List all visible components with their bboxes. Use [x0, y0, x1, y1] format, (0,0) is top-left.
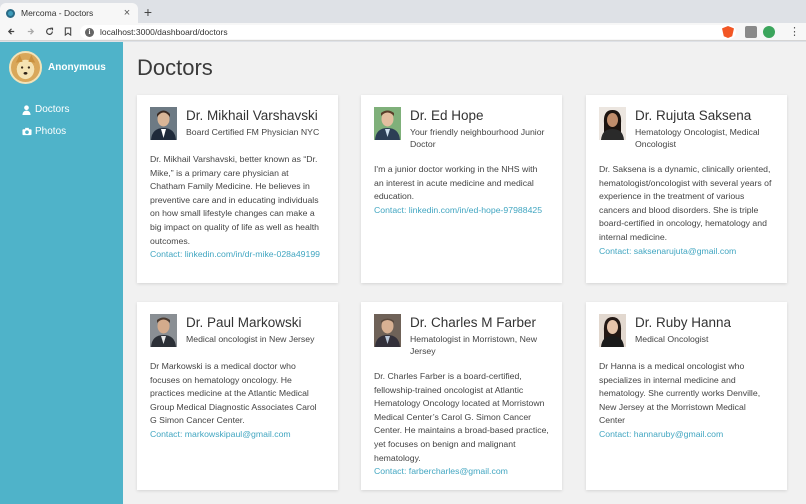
doctor-name: Dr. Charles M Farber — [410, 315, 537, 330]
doctor-bio: Dr. Mikhail Varshavski, better known as … — [150, 154, 320, 246]
address-bar[interactable]: i localhost:3000/dashboard/doctors — [80, 25, 736, 39]
doctor-title: Medical Oncologist — [635, 334, 709, 344]
doctor-card: Dr. Rujuta Saksena Hematology Oncologist… — [586, 95, 787, 283]
sidebar-item-doctors[interactable]: Doctors — [21, 104, 69, 115]
browser-menu-icon[interactable]: ⋮ — [789, 24, 800, 40]
favicon-icon — [6, 8, 15, 18]
doctor-name: Dr. Ed Hope — [410, 108, 484, 123]
user-icon — [21, 104, 32, 115]
grammarly-icon[interactable] — [763, 26, 775, 38]
doctor-contact: Contact: linkedin.com/in/dr-mike-028a491… — [150, 248, 325, 262]
username: Anonymous — [48, 62, 106, 73]
site-info-icon[interactable]: i — [85, 27, 94, 37]
doctor-photo — [599, 107, 626, 140]
doctor-name: Dr. Ruby Hanna — [635, 315, 732, 330]
doctor-card: Dr. Mikhail Varshavski Board Certified F… — [137, 95, 338, 283]
url-text: localhost:3000/dashboard/doctors — [100, 27, 228, 37]
extension-icon[interactable] — [745, 26, 757, 38]
page-title: Doctors — [137, 55, 213, 80]
forward-icon[interactable] — [22, 24, 38, 40]
app: Anonymous Doctors Photos Doctors Dr. Mik… — [0, 42, 806, 504]
doctor-title: Hematology Oncologist, Medical Oncologis… — [635, 127, 760, 149]
browser-tab-strip: Mercoma - Doctors × + — [0, 0, 806, 23]
doctor-bio: I'm a junior doctor working in the NHS w… — [374, 164, 538, 202]
doctor-bio: Dr. Charles Farber is a board-certified,… — [374, 371, 549, 463]
doctor-title: Hematologist in Morristown, New Jersey — [410, 334, 537, 356]
doctor-photo — [599, 314, 626, 347]
sidebar: Anonymous Doctors Photos — [0, 42, 123, 504]
doctor-contact: Contact: saksenarujuta@gmail.com — [599, 245, 774, 259]
doctor-name: Dr. Paul Markowski — [186, 315, 302, 330]
browser-tab[interactable]: Mercoma - Doctors × — [0, 3, 138, 23]
contact-link[interactable]: farbercharles@gmail.com — [409, 466, 508, 476]
doctor-bio: Dr. Saksena is a dynamic, clinically ori… — [599, 164, 772, 242]
contact-link[interactable]: linkedin.com/in/dr-mike-028a49199 — [185, 249, 320, 259]
contact-label: Contact: — [599, 428, 634, 439]
user-profile: Anonymous — [9, 51, 106, 84]
doctor-photo — [374, 107, 401, 140]
doctor-card: Dr. Ed Hope Your friendly neighbourhood … — [361, 95, 562, 283]
browser-toolbar: i localhost:3000/dashboard/doctors ⋮ — [0, 23, 806, 41]
doctor-photo — [150, 107, 177, 140]
contact-link[interactable]: hannaruby@gmail.com — [634, 429, 723, 439]
sidebar-item-label: Photos — [35, 126, 67, 137]
close-tab-icon[interactable]: × — [122, 7, 132, 19]
doctor-title: Board Certified FM Physician NYC — [186, 127, 320, 137]
avatar — [9, 51, 42, 84]
contact-link[interactable]: linkedin.com/in/ed-hope-97988425 — [409, 205, 542, 215]
doctor-title: Your friendly neighbourhood Junior Docto… — [410, 127, 545, 149]
doctor-contact: Contact: linkedin.com/in/ed-hope-9798842… — [374, 204, 549, 218]
doctor-photo — [150, 314, 177, 347]
contact-link[interactable]: saksenarujuta@gmail.com — [634, 246, 737, 256]
doctor-contact: Contact: markowskipaul@gmail.com — [150, 428, 325, 442]
doctor-card: Dr. Ruby Hanna Medical Oncologist Dr Han… — [586, 302, 787, 490]
doctor-card: Dr. Charles M Farber Hematologist in Mor… — [361, 302, 562, 490]
doctor-name: Dr. Rujuta Saksena — [635, 108, 752, 123]
new-tab-button[interactable]: + — [142, 4, 154, 20]
back-icon[interactable] — [3, 24, 19, 40]
contact-label: Contact: — [150, 428, 185, 439]
doctor-contact: Contact: farbercharles@gmail.com — [374, 465, 549, 479]
camera-icon — [21, 127, 32, 136]
doctor-contact: Contact: hannaruby@gmail.com — [599, 428, 774, 442]
doctor-bio: Dr Markowski is a medical doctor who foc… — [150, 361, 317, 426]
contact-label: Contact: — [374, 204, 409, 215]
contact-label: Contact: — [150, 249, 185, 260]
doctor-card: Dr. Paul Markowski Medical oncologist in… — [137, 302, 338, 490]
doctor-bio: Dr Hanna is a medical oncologist who spe… — [599, 361, 761, 426]
sidebar-item-photos[interactable]: Photos — [21, 126, 66, 137]
reload-icon[interactable] — [41, 24, 57, 40]
tab-title: Mercoma - Doctors — [21, 8, 94, 18]
contact-label: Contact: — [599, 245, 634, 256]
doctor-photo — [374, 314, 401, 347]
doctor-title: Medical oncologist in New Jersey — [186, 334, 315, 344]
contact-label: Contact: — [374, 466, 409, 477]
sidebar-item-label: Doctors — [35, 104, 70, 115]
contact-link[interactable]: markowskipaul@gmail.com — [185, 429, 291, 439]
bookmark-icon[interactable] — [60, 24, 76, 40]
doctor-name: Dr. Mikhail Varshavski — [186, 108, 318, 123]
